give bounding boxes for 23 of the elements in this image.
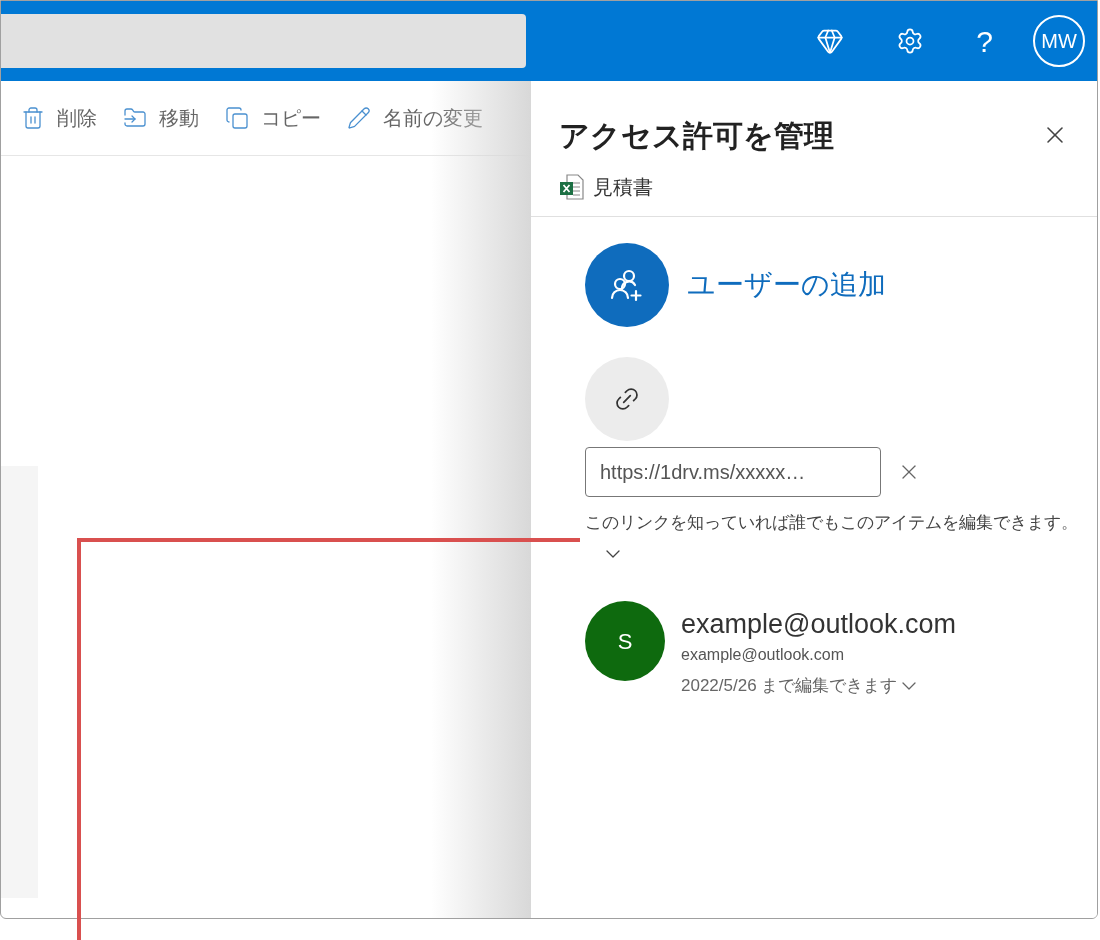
spreadsheet-icon [559,173,585,201]
panel-title: アクセス許可を管理 [559,118,834,154]
toolbar-button[interactable]: コピー [225,103,321,133]
trash-icon [21,106,45,130]
file-name: 見積書 [593,175,653,200]
toolbar-button[interactable]: 移動 [123,103,199,133]
folder-icon [123,106,147,130]
user-name: example@outlook.com [681,608,957,641]
toolbar-button[interactable]: 削除 [21,103,97,133]
diamond-icon[interactable] [816,27,845,55]
pencil-icon [347,106,371,130]
add-user-link[interactable]: ユーザーの追加 [687,264,886,306]
help-button[interactable]: ? [976,18,993,64]
link-description: このリンクを知っていれば誰でもこのアイテムを編集できます。 [585,513,1078,531]
copy-icon [225,106,249,130]
link-field[interactable]: https://1drv.ms/xxxxx… [585,447,881,497]
add-user-icon [609,267,645,303]
user-email: example@outlook.com [681,645,845,665]
avatar[interactable]: MW [1033,15,1085,67]
permission-text: 2022/5/26 まで編集できます [681,675,898,697]
toolbar-button[interactable]: 名前の変更 [347,103,483,133]
user-avatar: S [585,601,665,681]
search-field[interactable] [1,14,526,68]
